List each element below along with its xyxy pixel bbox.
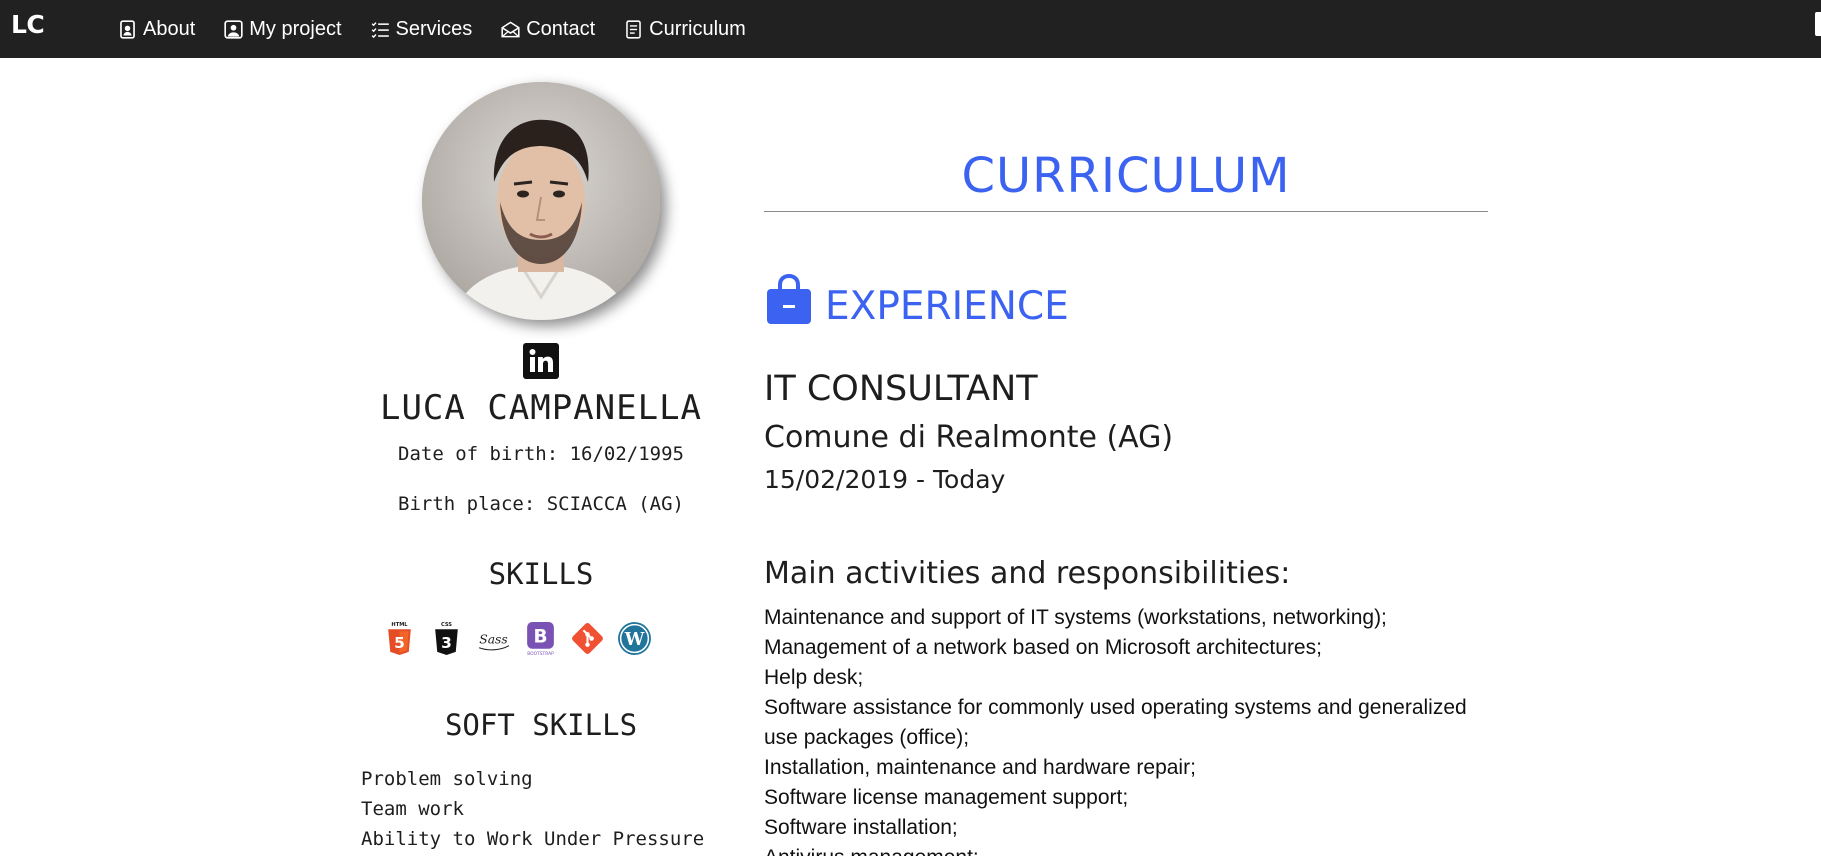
svg-text:W: W	[624, 630, 645, 650]
title-divider	[764, 211, 1488, 212]
list-item: Software license management support;	[764, 786, 1129, 809]
nav-link-label: Contact	[526, 17, 596, 40]
list-item: Antivirus management;	[764, 843, 1484, 856]
list-item: Installation, maintenance and hardware r…	[764, 756, 1196, 779]
nav-link-label: Services	[395, 17, 473, 40]
activities-list: Maintenance and support of IT systems (w…	[764, 603, 1484, 856]
skills-heading: SKILLS	[488, 557, 594, 591]
person-square-icon	[224, 19, 243, 39]
svg-text:5: 5	[394, 634, 405, 652]
linkedin-icon[interactable]	[523, 343, 559, 379]
profile-photo	[422, 82, 660, 320]
envelope-open-icon	[501, 20, 520, 37]
css3-icon: CSS 3	[435, 622, 458, 655]
list-item: Problem solving	[361, 768, 533, 790]
nav-link-about[interactable]: About	[118, 18, 195, 41]
person-badge-icon	[120, 19, 135, 39]
top-navbar: LC About My project Services Contact Cur…	[0, 0, 1821, 58]
svg-text:3: 3	[441, 634, 452, 652]
list-item: Software installation;	[764, 816, 958, 839]
portrait-illustration	[422, 82, 660, 320]
job-title: IT CONSULTANT	[764, 369, 1038, 409]
nav-link-contact[interactable]: Contact	[501, 18, 595, 41]
document-icon	[626, 19, 641, 39]
birth-place: Birth place: SCIACCA (AG)	[398, 493, 684, 515]
html5-icon: HTML 5	[388, 622, 411, 655]
list-item: Team work	[361, 798, 464, 820]
list-item: Ability to Work Under Pressure	[361, 828, 705, 850]
list-item: Management of a network based on Microso…	[764, 636, 1322, 659]
company-name: Comune di Realmonte (AG)	[764, 420, 1174, 455]
list-item: Maintenance and support of IT systems (w…	[764, 606, 1387, 629]
nav-links: About My project Services Contact Curric…	[118, 0, 775, 58]
wordpress-icon: W	[618, 622, 651, 655]
list-check-icon	[371, 21, 389, 38]
git-icon	[572, 623, 603, 654]
bootstrap-icon: B BOOTSTRAP	[527, 622, 554, 657]
activities-heading: Main activities and responsibilities:	[764, 556, 1291, 591]
navbar-toggler-edge[interactable]	[1815, 12, 1821, 36]
profile-name: LUCA CAMPANELLA	[379, 388, 703, 428]
sass-icon: Sass	[478, 633, 510, 651]
page-title: CURRICULUM	[961, 148, 1291, 204]
list-item: Software assistance for commonly used op…	[764, 696, 1467, 749]
job-period: 15/02/2019 - Today	[764, 465, 1006, 494]
svg-text:HTML: HTML	[391, 622, 408, 628]
svg-text:BOOTSTRAP: BOOTSTRAP	[527, 651, 554, 657]
date-of-birth: Date of birth: 16/02/1995	[398, 443, 684, 465]
shopping-bag-icon	[767, 273, 811, 324]
svg-text:Sass: Sass	[479, 633, 507, 647]
nav-link-services[interactable]: Services	[371, 17, 473, 41]
skills-icon-row: HTML 5 CSS 3 Sass B BOOTSTRAP W	[381, 620, 653, 657]
nav-link-curriculum[interactable]: Curriculum	[624, 18, 746, 41]
nav-link-my-project[interactable]: My project	[224, 17, 342, 41]
brand-logo[interactable]: LC	[11, 10, 45, 39]
nav-link-label: Curriculum	[649, 17, 746, 40]
list-item: Help desk;	[764, 666, 864, 689]
soft-skills-list: Problem solving Team work Ability to Wor…	[361, 764, 704, 854]
svg-text:CSS: CSS	[441, 622, 452, 628]
nav-link-label: About	[143, 17, 196, 40]
svg-text:B: B	[533, 627, 547, 648]
soft-skills-heading: SOFT SKILLS	[444, 708, 638, 742]
experience-heading: EXPERIENCE	[825, 284, 1069, 329]
nav-link-label: My project	[249, 17, 342, 40]
